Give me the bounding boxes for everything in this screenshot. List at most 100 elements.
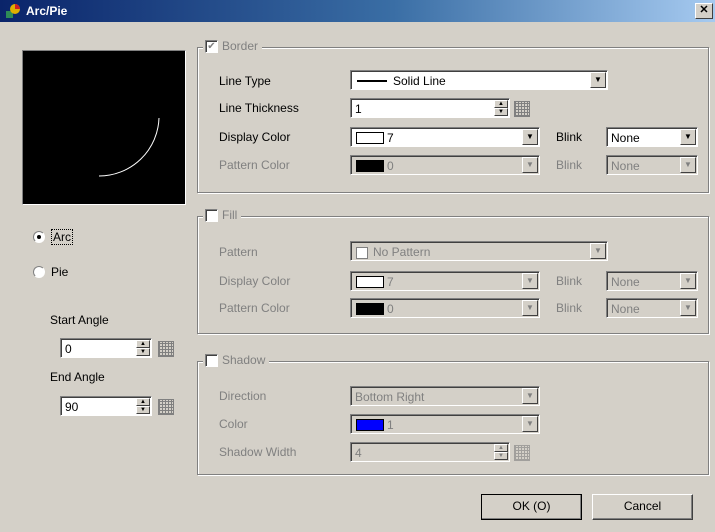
line-thickness-value: 1 [355, 102, 362, 116]
shadow-checkbox[interactable] [205, 353, 218, 367]
fill-blink-select[interactable]: None ▼ [606, 271, 698, 291]
ok-button-label: OK (O) [512, 499, 551, 513]
chevron-down-icon[interactable]: ▼ [680, 157, 696, 173]
shadow-width-input[interactable]: 4 ▲ ▼ [350, 442, 510, 462]
start-angle-label: Start Angle [50, 313, 109, 327]
chevron-down-icon[interactable]: ▼ [522, 157, 538, 173]
arc-preview-drawing [98, 117, 160, 177]
white-swatch-icon [356, 276, 384, 288]
fill-checkbox[interactable] [205, 208, 218, 222]
shadow-width-value: 4 [355, 446, 362, 460]
chevron-down-icon[interactable]: ▼ [522, 388, 538, 404]
fill-pattern-blink-select[interactable]: None ▼ [606, 298, 698, 318]
shadow-width-spinner[interactable]: ▲ ▼ [494, 444, 508, 460]
end-angle-label: End Angle [50, 370, 105, 384]
arc-pie-app-icon [6, 4, 20, 18]
shadow-legend[interactable]: Shadow [203, 353, 270, 367]
solid-line-icon [357, 80, 387, 82]
cancel-button[interactable]: Cancel [592, 494, 693, 520]
border-legend-label: Border [222, 39, 259, 53]
shadow-direction-value: Bottom Right [355, 390, 425, 404]
border-display-color-label: Display Color [219, 130, 291, 144]
fill-blink-label: Blink [556, 274, 583, 288]
border-blink-value: None [611, 131, 640, 145]
line-thickness-spinner[interactable]: ▲ ▼ [494, 100, 508, 116]
end-angle-keypad-icon[interactable] [158, 399, 174, 415]
arc-radio-button[interactable] [33, 231, 45, 243]
border-pattern-blink-value: None [611, 159, 640, 173]
chevron-down-icon[interactable]: ▼ [522, 300, 538, 316]
chevron-down-icon[interactable]: ▼ [590, 243, 606, 259]
line-thickness-input[interactable]: 1 ▲ ▼ [350, 98, 510, 118]
start-angle-value: 0 [65, 342, 72, 356]
start-angle-spinner[interactable]: ▲ ▼ [136, 340, 150, 356]
arc-radio[interactable]: Arc [33, 229, 73, 245]
border-display-color-select[interactable]: 7 ▼ [350, 127, 540, 147]
border-display-color-value: 7 [387, 131, 394, 145]
border-blink-label: Blink [556, 130, 583, 144]
fill-pattern-color-select[interactable]: 0 ▼ [350, 298, 540, 318]
fill-pattern-color-value: 0 [387, 302, 394, 316]
fill-pattern-blink-value: None [611, 302, 640, 316]
black-swatch-icon [356, 160, 384, 172]
border-pattern-blink-select[interactable]: None ▼ [606, 155, 698, 175]
chevron-down-icon[interactable]: ▼ [680, 300, 696, 316]
black-swatch-icon [356, 303, 384, 315]
pie-radio-button[interactable] [33, 266, 45, 278]
shadow-width-keypad-icon[interactable] [514, 445, 530, 461]
line-thickness-keypad-icon[interactable] [514, 101, 530, 117]
shadow-color-value: 1 [387, 418, 394, 432]
window-title: Arc/Pie [26, 4, 68, 18]
shadow-direction-select[interactable]: Bottom Right ▼ [350, 386, 540, 406]
pie-label: Pie [51, 265, 69, 279]
fill-pattern-label: Pattern [219, 245, 258, 259]
fill-display-color-label: Display Color [219, 274, 291, 288]
line-type-value: Solid Line [393, 74, 446, 88]
white-swatch-icon [356, 132, 384, 144]
shadow-direction-label: Direction [219, 389, 267, 403]
chevron-down-icon[interactable]: ▼ [590, 72, 606, 88]
chevron-down-icon[interactable]: ▼ [522, 416, 538, 432]
fill-legend[interactable]: Fill [203, 208, 242, 222]
line-type-label: Line Type [219, 74, 271, 88]
shadow-legend-label: Shadow [222, 353, 266, 367]
fill-display-color-select[interactable]: 7 ▼ [350, 271, 540, 291]
line-type-select[interactable]: Solid Line ▼ [350, 70, 608, 90]
pie-radio[interactable]: Pie [33, 265, 68, 279]
shadow-color-label: Color [219, 417, 248, 431]
border-legend[interactable]: ✔ Border [203, 39, 263, 53]
border-checkbox[interactable]: ✔ [205, 39, 218, 53]
arc-preview [22, 50, 186, 205]
arc-label: Arc [51, 229, 73, 245]
shadow-color-select[interactable]: 1 ▼ [350, 414, 540, 434]
fill-pattern-value: No Pattern [373, 245, 431, 259]
chevron-down-icon[interactable]: ▼ [522, 129, 538, 145]
fill-blink-value: None [611, 275, 640, 289]
start-angle-input[interactable]: 0 ▲ ▼ [60, 338, 152, 358]
no-pattern-swatch-icon [356, 247, 368, 259]
blue-swatch-icon [356, 419, 384, 431]
fill-display-color-value: 7 [387, 275, 394, 289]
fill-pattern-blink-label: Blink [556, 301, 583, 315]
title-bar: Arc/Pie ✕ [0, 0, 715, 22]
fill-legend-label: Fill [222, 208, 238, 222]
border-pattern-color-value: 0 [387, 159, 394, 173]
border-blink-select[interactable]: None ▼ [606, 127, 698, 147]
chevron-down-icon[interactable]: ▼ [680, 273, 696, 289]
border-pattern-color-label: Pattern Color [219, 158, 290, 172]
end-angle-spinner[interactable]: ▲ ▼ [136, 398, 150, 414]
start-angle-keypad-icon[interactable] [158, 341, 174, 357]
border-pattern-color-select[interactable]: 0 ▼ [350, 155, 540, 175]
ok-button[interactable]: OK (O) [481, 494, 582, 520]
fill-pattern-select[interactable]: No Pattern ▼ [350, 241, 608, 261]
chevron-down-icon[interactable]: ▼ [522, 273, 538, 289]
fill-pattern-color-label: Pattern Color [219, 301, 290, 315]
shadow-width-label: Shadow Width [219, 445, 297, 459]
chevron-down-icon[interactable]: ▼ [680, 129, 696, 145]
line-thickness-label: Line Thickness [219, 101, 299, 115]
end-angle-input[interactable]: 90 ▲ ▼ [60, 396, 152, 416]
border-pattern-blink-label: Blink [556, 158, 583, 172]
close-button[interactable]: ✕ [695, 3, 713, 19]
cancel-button-label: Cancel [623, 499, 662, 513]
close-icon: ✕ [699, 4, 709, 16]
